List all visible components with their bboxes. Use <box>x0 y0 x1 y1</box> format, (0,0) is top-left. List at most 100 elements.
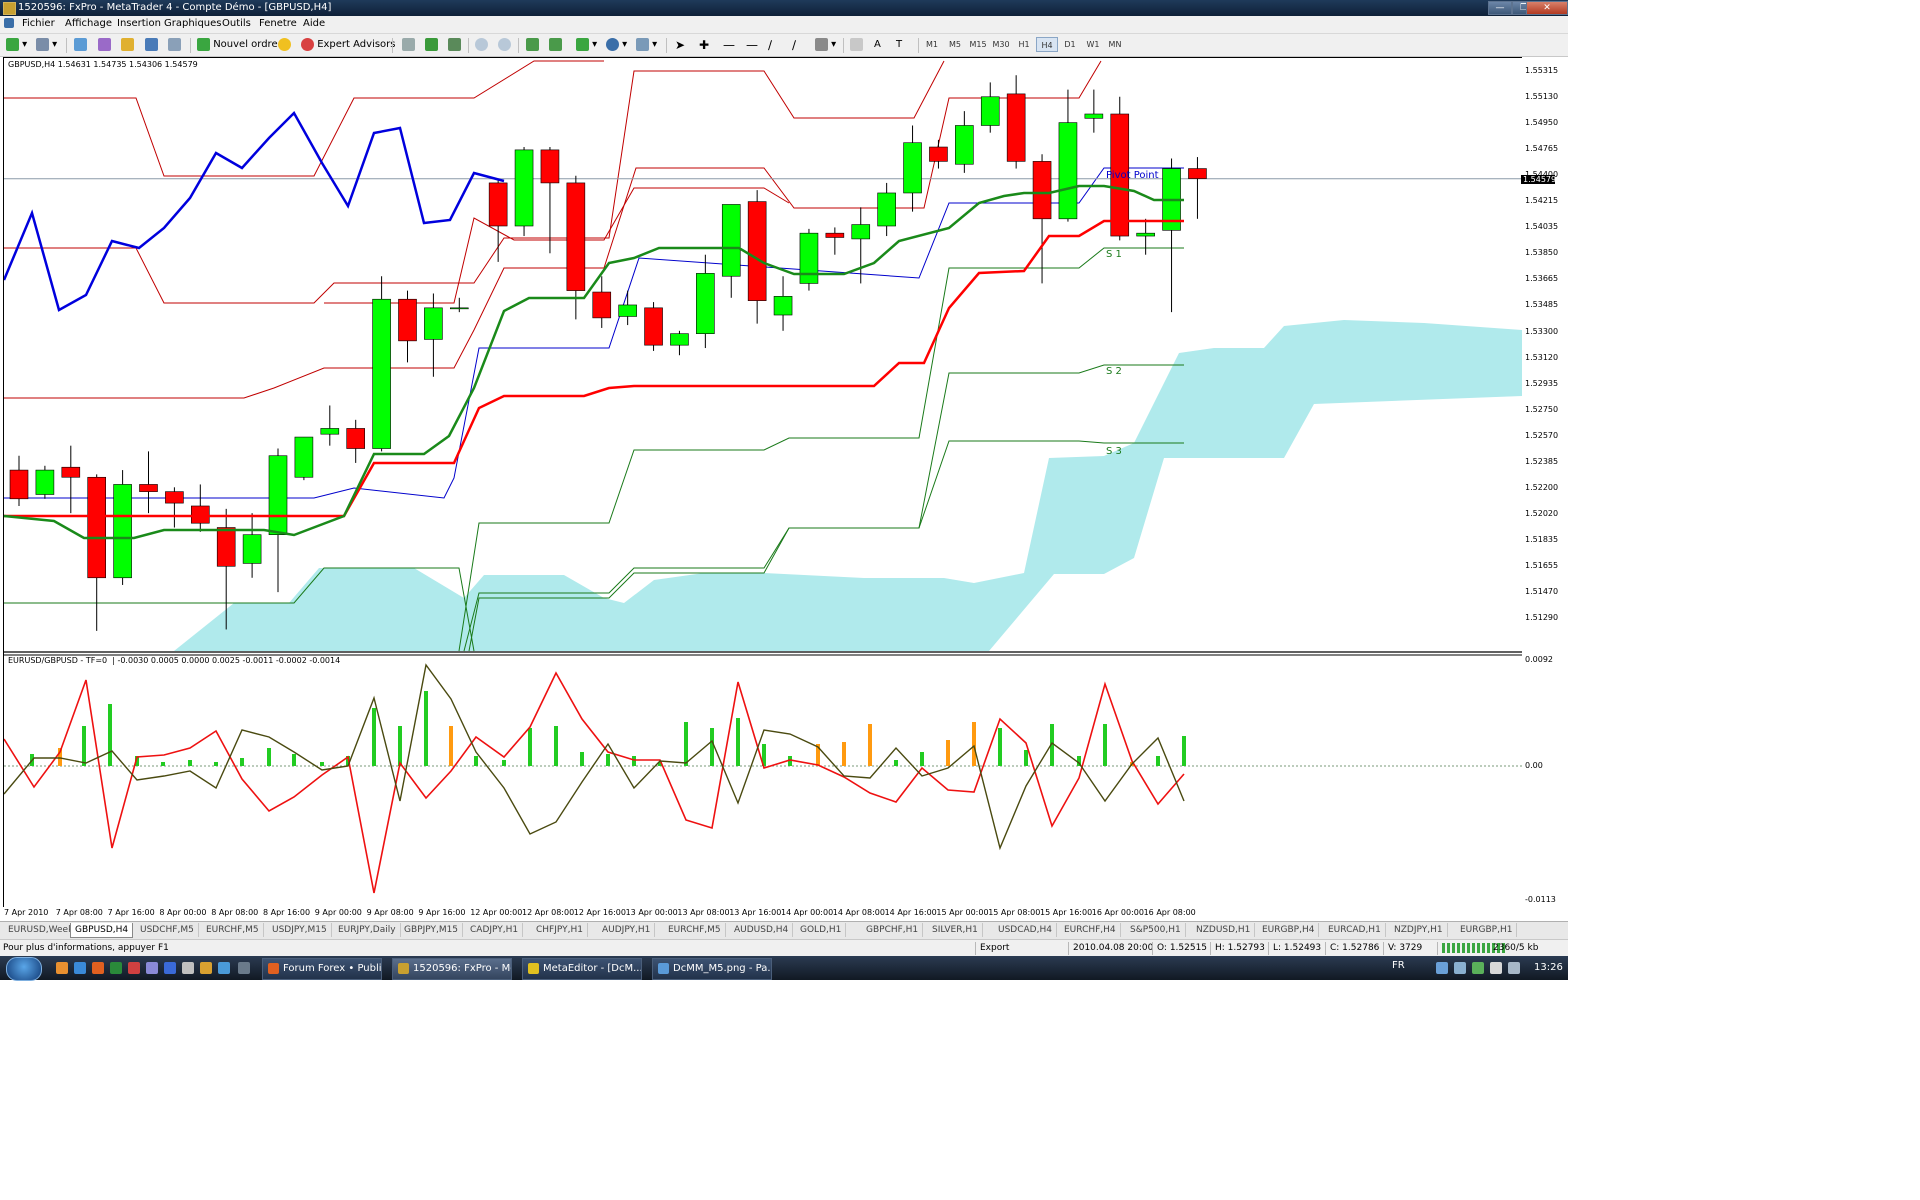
quicklaunch-icon[interactable] <box>128 962 140 974</box>
periods-separator-tool[interactable] <box>850 37 863 53</box>
chart-tab[interactable]: NZDJPY,H1 <box>1390 923 1448 937</box>
firefox-icon[interactable] <box>92 962 104 974</box>
text-label-tool[interactable]: T <box>896 37 902 53</box>
autotrading-warning-button[interactable] <box>278 37 291 53</box>
tray-icon[interactable] <box>1436 962 1448 974</box>
horizontal-line-tool[interactable]: — <box>746 37 758 53</box>
bar-chart-button[interactable] <box>402 37 415 53</box>
vertical-line-tool[interactable]: — <box>723 37 735 53</box>
taskbar-item-forum[interactable]: Forum Forex • Publi... <box>262 958 382 980</box>
chart-tab[interactable]: EURCAD,H1 <box>1324 923 1386 937</box>
terminal-button[interactable] <box>145 37 158 53</box>
quicklaunch-icon[interactable] <box>218 962 230 974</box>
quicklaunch-icon[interactable] <box>200 962 212 974</box>
candlestick-chart-button[interactable] <box>425 37 438 53</box>
menu-affichage[interactable]: Affichage <box>65 18 112 29</box>
quicklaunch-icon[interactable] <box>182 962 194 974</box>
chart-tab[interactable]: NZDUSD,H1 <box>1192 923 1256 937</box>
expert-advisors-button[interactable]: Expert Advisors <box>301 37 396 53</box>
timeframe-m15[interactable]: M15 <box>968 37 988 52</box>
tester-button[interactable] <box>168 37 181 53</box>
trendline-tool[interactable]: ∕ <box>768 37 772 53</box>
menu-fenetre[interactable]: Fenetre <box>259 18 297 29</box>
cursor-tool[interactable]: ➤ <box>675 37 685 53</box>
chart-tab[interactable]: AUDUSD,H4 <box>730 923 794 937</box>
timeframe-m30[interactable]: M30 <box>991 37 1011 52</box>
profiles-button[interactable]: ▾ <box>36 37 57 53</box>
chart-tab[interactable]: USDCAD,H4 <box>994 923 1057 937</box>
quicklaunch-icon[interactable] <box>110 962 122 974</box>
chart-tab[interactable]: EURCHF,M5 <box>664 923 726 937</box>
menu-insertion[interactable]: Insertion <box>117 18 161 29</box>
zoom-in-button[interactable] <box>475 37 488 53</box>
taskbar-item-metatrader[interactable]: 1520596: FxPro - Me... <box>392 958 512 980</box>
templates-button[interactable]: ▾ <box>636 37 657 53</box>
chart-tab[interactable]: GBPJPY,M15 <box>400 923 464 937</box>
timeframe-mn[interactable]: MN <box>1105 37 1125 52</box>
chart-tab[interactable]: EURCHF,H4 <box>1060 923 1121 937</box>
chart-tab[interactable]: CHFJPY,H1 <box>532 923 588 937</box>
start-button[interactable] <box>6 957 42 981</box>
timeframe-m1[interactable]: M1 <box>922 37 942 52</box>
chart-tab[interactable]: S&P500,H1 <box>1126 923 1186 937</box>
channel-tool[interactable]: ∕ <box>792 37 796 53</box>
menu-aide[interactable]: Aide <box>303 18 325 29</box>
candlestick-icon <box>425 37 438 51</box>
document-icon[interactable] <box>4 18 14 28</box>
menu-outils[interactable]: Outils <box>222 18 251 29</box>
taskbar-item-paint[interactable]: DcMM_M5.png - Pa... <box>652 958 772 980</box>
tray-icon[interactable] <box>1454 962 1466 974</box>
chart-tab[interactable]: EURGBP,H1 <box>1456 923 1518 937</box>
crosshair-tool[interactable]: ✚ <box>699 37 709 53</box>
quicklaunch-icon[interactable] <box>56 962 68 974</box>
close-button[interactable]: ✕ <box>1526 1 1568 15</box>
chart-tab[interactable]: CADJPY,H1 <box>466 923 524 937</box>
chart-tab[interactable]: EURCHF,M5 <box>202 923 264 937</box>
minimize-button[interactable]: — <box>1488 1 1512 15</box>
volume-icon[interactable] <box>1508 962 1520 974</box>
tray-icon[interactable] <box>1472 962 1484 974</box>
menu-graphiques[interactable]: Graphiques <box>164 18 222 29</box>
menu-fichier[interactable]: Fichier <box>22 18 55 29</box>
chart-window[interactable]: Pivot Point S 1 S 2 S 3 <box>3 57 1523 909</box>
indicators-button[interactable]: ▾ <box>576 37 597 53</box>
new-chart-button[interactable]: ▾ <box>6 37 27 53</box>
price-scale[interactable]: 1.553151.551301.549501.547651.544001.542… <box>1522 57 1568 907</box>
chart-tab[interactable]: GOLD,H1 <box>796 923 847 937</box>
indicator-histogram-bar <box>424 691 428 766</box>
zoom-out-button[interactable] <box>498 37 511 53</box>
quicklaunch-icon[interactable] <box>74 962 86 974</box>
chart-tab[interactable]: SILVER,H1 <box>928 923 983 937</box>
timeframe-m5[interactable]: M5 <box>945 37 965 52</box>
quicklaunch-icon[interactable] <box>238 962 250 974</box>
chart-tab[interactable]: EURJPY,Daily <box>334 923 401 937</box>
price-chart[interactable]: Pivot Point S 1 S 2 S 3 <box>4 58 1522 908</box>
language-indicator[interactable]: FR <box>1392 960 1405 971</box>
vertical-line-icon: — <box>723 38 735 52</box>
timeframe-w1[interactable]: W1 <box>1083 37 1103 52</box>
market-watch-button[interactable] <box>74 37 87 53</box>
status-bar: Pour plus d'informations, appuyer F1 Exp… <box>0 939 1568 957</box>
periods-button[interactable]: ▾ <box>606 37 627 53</box>
chart-tab[interactable]: GBPUSD,H4 <box>70 923 134 938</box>
navigator-button[interactable] <box>121 37 134 53</box>
chart-tab[interactable]: AUDJPY,H1 <box>598 923 656 937</box>
timeframe-h1[interactable]: H1 <box>1014 37 1034 52</box>
taskbar-item-metaeditor[interactable]: MetaEditor - [DcM... <box>522 958 642 980</box>
quicklaunch-icon[interactable] <box>146 962 158 974</box>
chart-tab[interactable]: GBPCHF,H1 <box>862 923 924 937</box>
chart-tab[interactable]: EURGBP,H4 <box>1258 923 1320 937</box>
chart-shift-button[interactable] <box>549 37 562 53</box>
new-order-button[interactable]: Nouvel ordre <box>197 37 278 53</box>
chart-tab[interactable]: USDCHF,M5 <box>136 923 199 937</box>
network-icon[interactable] <box>1490 962 1502 974</box>
timeframe-d1[interactable]: D1 <box>1060 37 1080 52</box>
auto-scroll-button[interactable] <box>526 37 539 53</box>
fibonacci-tool[interactable]: ▾ <box>815 37 836 53</box>
chart-tab[interactable]: USDJPY,M15 <box>268 923 332 937</box>
timeframe-h4[interactable]: H4 <box>1036 37 1058 52</box>
text-tool[interactable]: A <box>874 37 881 53</box>
line-chart-button[interactable] <box>448 37 461 53</box>
data-window-button[interactable] <box>98 37 111 53</box>
quicklaunch-icon[interactable] <box>164 962 176 974</box>
